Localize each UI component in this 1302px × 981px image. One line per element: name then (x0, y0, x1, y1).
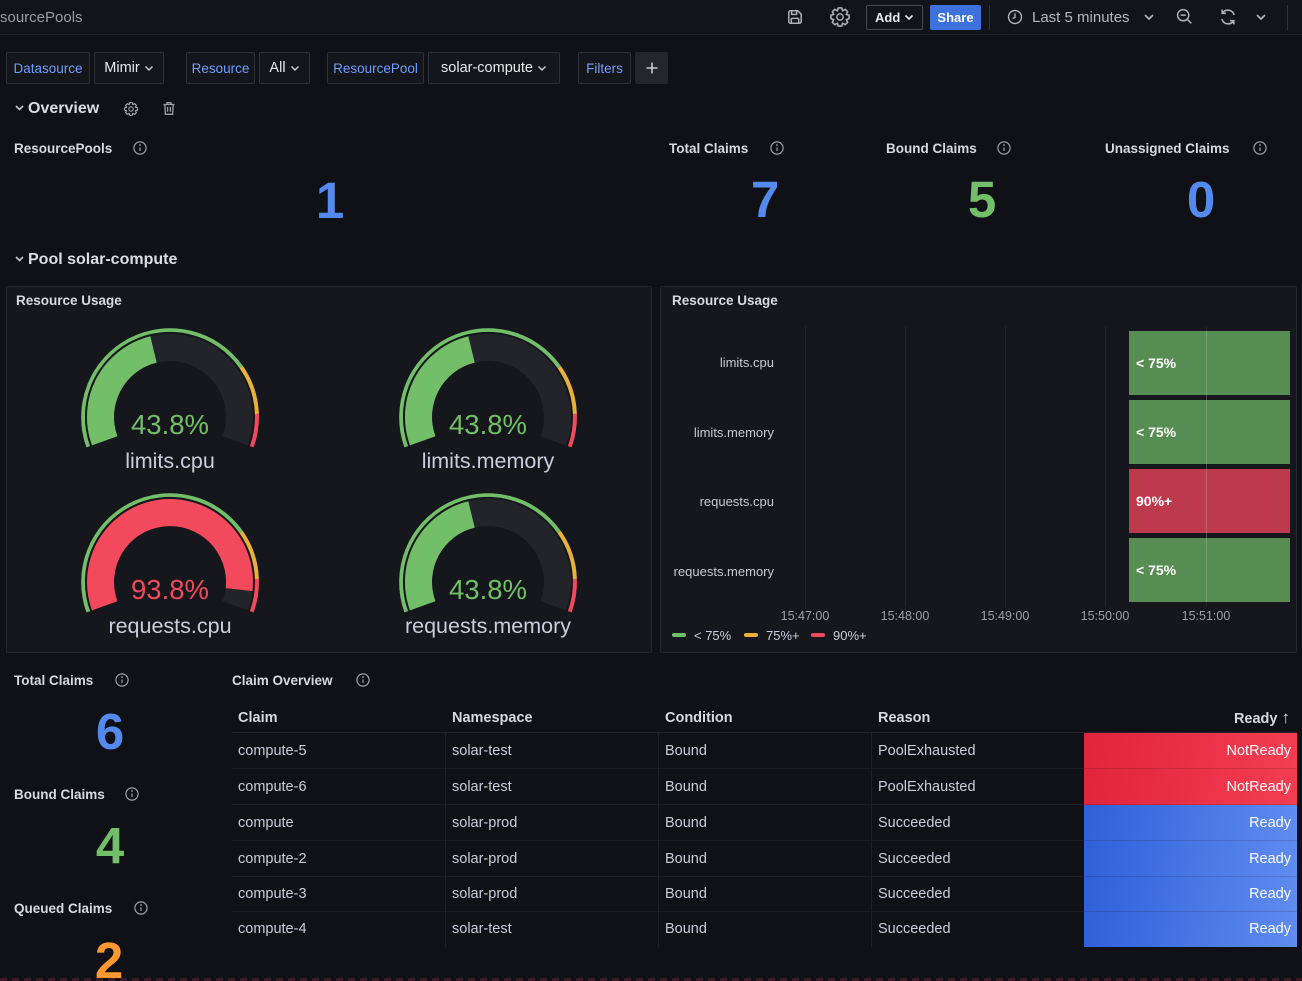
svg-text:93.8%: 93.8% (131, 574, 209, 605)
svg-text:43.8%: 43.8% (449, 409, 527, 440)
svg-text:43.8%: 43.8% (131, 409, 209, 440)
svg-text:43.8%: 43.8% (449, 574, 527, 605)
